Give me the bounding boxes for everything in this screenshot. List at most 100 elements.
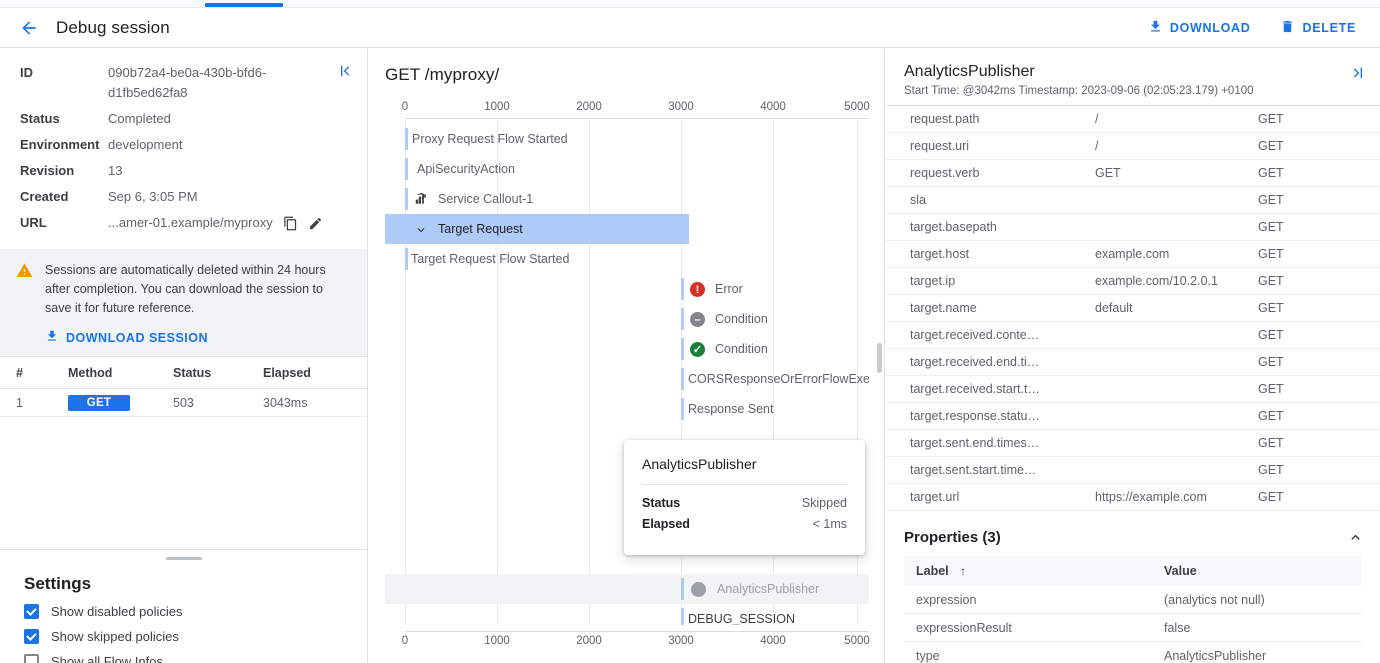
axis-tick: 4000	[760, 635, 786, 647]
variable-row[interactable]: target.received.start.t… GET	[886, 376, 1380, 403]
variable-row[interactable]: target.sent.start.time… GET	[886, 457, 1380, 484]
timeline-scrollbar-thumb[interactable]	[877, 343, 882, 373]
timeline-scrollbar[interactable]	[877, 285, 882, 550]
variable-row[interactable]: request.verb GET GET	[886, 160, 1380, 187]
variable-value: GET	[1095, 166, 1258, 180]
axis-tick: 1000	[484, 635, 510, 647]
flow-row-target-request[interactable]: Target Request	[385, 214, 689, 244]
properties-column-value[interactable]: Value	[1164, 564, 1362, 578]
properties-column-label[interactable]: Label ↑	[916, 564, 1164, 578]
property-value: AnalyticsPublisher	[1164, 649, 1362, 663]
flow-bar	[405, 158, 408, 180]
variable-name: target.received.start.t…	[910, 382, 1095, 396]
url-value: ...amer-01.example/myproxy	[108, 213, 273, 233]
timeline-axis-top: 0 1000 2000 3000 4000 5000	[385, 101, 869, 119]
collapse-left-panel-icon[interactable]	[337, 63, 353, 82]
meta-row: Revision 13	[20, 161, 351, 181]
axis-line	[405, 118, 869, 119]
flow-row[interactable]: – Condition	[385, 304, 869, 334]
chevron-down-icon[interactable]	[414, 223, 428, 240]
flow-row[interactable]: ✓ Condition	[385, 334, 869, 364]
variables-table: request.path / GET request.uri / GET req…	[886, 105, 1380, 511]
flow-row-label: Condition	[715, 312, 768, 326]
axis-tick: 5000	[844, 635, 870, 647]
meta-row: ID 090b72a4-be0a-430b-bfd6-d1fb5ed62fa8	[20, 63, 351, 103]
back-arrow-icon[interactable]	[16, 15, 42, 41]
flow-row[interactable]: CORSResponseOrErrorFlowExecu	[385, 364, 869, 394]
flow-row[interactable]: DEBUG_SESSION	[385, 604, 869, 625]
checkbox-checked-icon[interactable]	[24, 629, 39, 644]
variable-name: request.uri	[910, 139, 1095, 153]
variable-row[interactable]: target.name default GET	[886, 295, 1380, 322]
details-pane: AnalyticsPublisher Start Time: @3042ms T…	[886, 49, 1380, 663]
properties-row[interactable]: expression (analytics not null)	[904, 586, 1362, 614]
flow-bar	[681, 368, 684, 390]
variable-row[interactable]: request.uri / GET	[886, 133, 1380, 160]
condition-passed-icon: ✓	[690, 342, 705, 357]
flow-row[interactable]: Target Request Flow Started	[385, 244, 869, 274]
settings-drag-handle[interactable]	[166, 557, 202, 560]
flow-timeline-pane: GET /myproxy/ 0 1000 2000 3000 4000 5000	[369, 49, 885, 663]
variable-row[interactable]: target.received.end.ti… GET	[886, 349, 1380, 376]
cell-num: 1	[0, 396, 68, 410]
expand-right-panel-icon[interactable]	[1350, 65, 1366, 84]
variable-row[interactable]: target.host example.com GET	[886, 241, 1380, 268]
copy-icon[interactable]	[283, 216, 298, 231]
download-session-button[interactable]: DOWNLOAD SESSION	[45, 329, 351, 346]
flow-bar	[681, 278, 684, 300]
variable-value: https://example.com	[1095, 490, 1258, 504]
flow-row-label: ApiSecurityAction	[417, 162, 515, 176]
method-badge: GET	[68, 395, 130, 411]
column-header-status[interactable]: Status	[173, 366, 263, 380]
sort-asc-icon[interactable]: ↑	[960, 564, 966, 578]
flow-bar	[681, 608, 684, 625]
variable-row[interactable]: sla GET	[886, 187, 1380, 214]
error-icon: !	[690, 282, 705, 297]
variable-extra: GET	[1258, 274, 1380, 288]
delete-button[interactable]: DELETE	[1272, 15, 1364, 41]
variable-row[interactable]: target.basepath GET	[886, 214, 1380, 241]
properties-row[interactable]: expressionResult false	[904, 614, 1362, 642]
meta-row: Created Sep 6, 3:05 PM	[20, 187, 351, 207]
variable-name: target.basepath	[910, 220, 1095, 234]
variable-row[interactable]: target.sent.end.times… GET	[886, 430, 1380, 457]
variable-name: target.url	[910, 490, 1095, 504]
checkbox-checked-icon[interactable]	[24, 604, 39, 619]
chevron-up-icon[interactable]	[1347, 529, 1364, 551]
variable-row[interactable]: target.response.statu… GET	[886, 403, 1380, 430]
flow-tooltip: AnalyticsPublisher Status Skipped Elapse…	[624, 440, 865, 555]
column-header-method[interactable]: Method	[68, 366, 173, 380]
setting-show-all-flow-infos[interactable]: Show all Flow Infos	[24, 654, 368, 663]
flow-bar	[405, 188, 408, 210]
properties-row[interactable]: type AnalyticsPublisher	[904, 642, 1362, 663]
checkbox-unchecked-icon[interactable]	[24, 654, 39, 663]
details-header: AnalyticsPublisher Start Time: @3042ms T…	[886, 49, 1380, 105]
column-header-elapsed[interactable]: Elapsed	[263, 366, 367, 380]
flow-row-label: CORSResponseOrErrorFlowExecu	[688, 372, 869, 386]
variable-row[interactable]: target.ip example.com/10.2.0.1 GET	[886, 268, 1380, 295]
setting-show-disabled-policies[interactable]: Show disabled policies	[24, 604, 368, 619]
page-title: Debug session	[56, 18, 170, 38]
banner-body: Sessions are automatically deleted withi…	[45, 261, 351, 346]
variable-row[interactable]: request.path / GET	[886, 106, 1380, 133]
details-title: AnalyticsPublisher	[904, 63, 1362, 81]
download-button[interactable]: DOWNLOAD	[1140, 15, 1259, 41]
flow-row[interactable]: ApiSecurityAction	[385, 154, 869, 184]
flow-row-analytics-publisher[interactable]: AnalyticsPublisher	[385, 574, 869, 604]
warning-icon	[16, 262, 33, 346]
flow-row[interactable]: Response Sent	[385, 394, 869, 424]
pencil-icon[interactable]	[308, 216, 323, 231]
variable-name: target.received.conte…	[910, 328, 1095, 342]
banner-text: Sessions are automatically deleted withi…	[45, 261, 351, 318]
transactions-table: # Method Status Elapsed 1 GET 503 3043ms	[0, 357, 367, 417]
variable-row[interactable]: target.received.conte… GET	[886, 322, 1380, 349]
flow-row[interactable]: Proxy Request Flow Started	[385, 124, 869, 154]
flow-row[interactable]: ! Error	[385, 274, 869, 304]
flow-row[interactable]: Service Callout-1	[385, 184, 869, 214]
setting-show-skipped-policies[interactable]: Show skipped policies	[24, 629, 368, 644]
axis-tick: 5000	[844, 101, 870, 113]
column-header-num[interactable]: #	[0, 366, 68, 380]
page-header: Debug session DOWNLOAD DELETE	[0, 8, 1380, 48]
variable-row[interactable]: target.url https://example.com GET	[886, 484, 1380, 511]
table-row[interactable]: 1 GET 503 3043ms	[0, 389, 367, 417]
